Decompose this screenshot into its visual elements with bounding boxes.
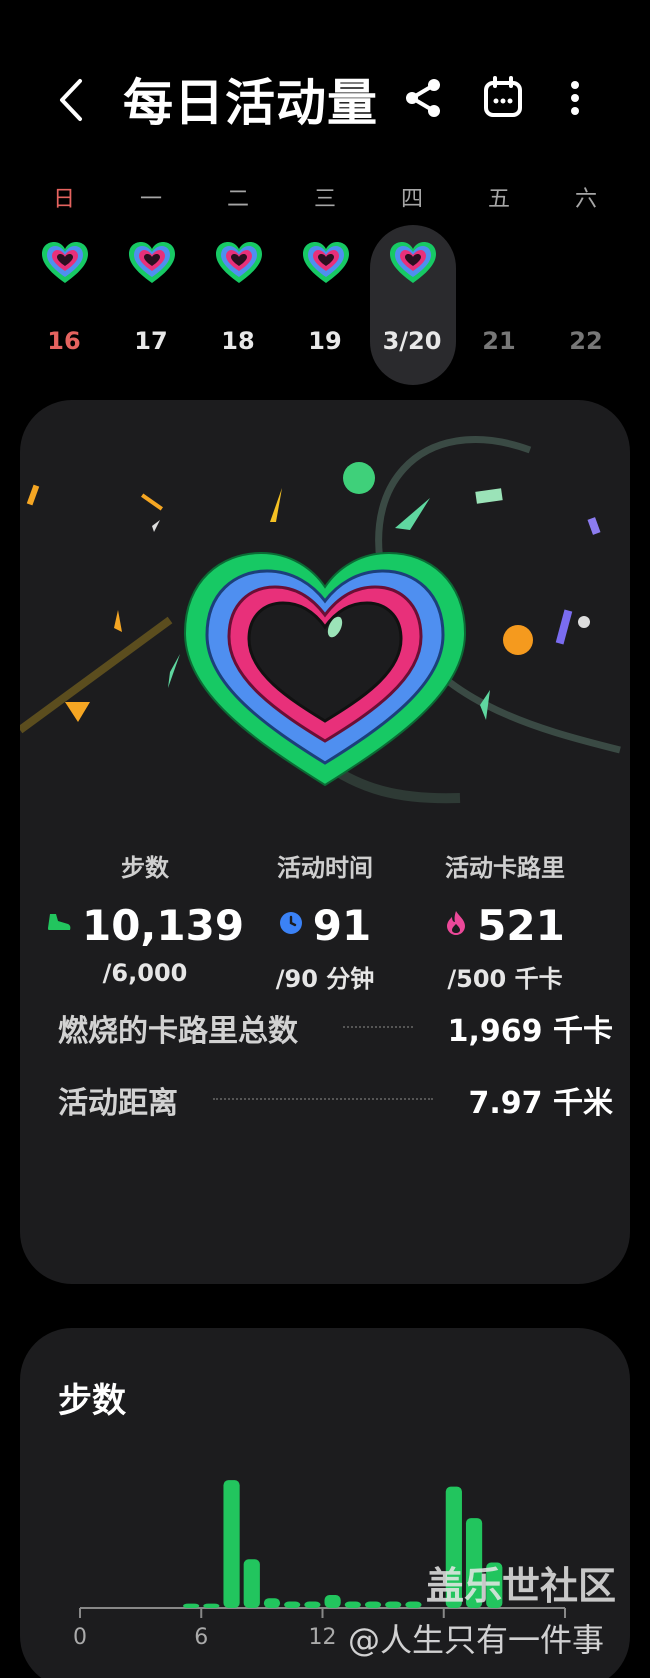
distance-label: 活动距离	[58, 1086, 178, 1121]
day-date: 17	[134, 327, 168, 355]
watermark-community: 盖乐世社区	[426, 1564, 617, 1608]
total-calories-row[interactable]: 燃烧的卡路里总数 1,969 千卡	[58, 1000, 613, 1050]
day-date: 22	[569, 327, 603, 355]
day-date: 19	[308, 327, 342, 355]
flame-icon	[445, 910, 467, 940]
day-date: 18	[221, 327, 255, 355]
active-time-label: 活动时间	[277, 854, 373, 882]
steps-bar-hour-5	[183, 1603, 200, 1608]
more-vertical-icon[interactable]	[560, 73, 610, 123]
activity-stats: 步数 10,139 /6,000 活动时间 91 /90 分钟 活动卡路里 52…	[20, 848, 630, 1008]
steps-label: 步数	[121, 854, 169, 882]
day-item-wed[interactable]: 三 19	[281, 175, 369, 390]
calories-stat[interactable]: 活动卡路里 521 /500 千卡	[410, 848, 600, 994]
day-item-sat[interactable]: 六 22	[542, 175, 630, 390]
activity-rings-illustration	[20, 436, 621, 804]
day-item-sun[interactable]: 日 16	[20, 175, 108, 390]
day-name: 二	[226, 187, 249, 212]
dotted-leader	[213, 1098, 433, 1100]
day-item-tue[interactable]: 二 18	[194, 175, 282, 390]
shoe-icon	[46, 912, 72, 938]
steps-bar-hour-10	[284, 1601, 301, 1608]
activity-summary-card: 步数 10,139 /6,000 活动时间 91 /90 分钟 活动卡路里 52…	[20, 400, 630, 1284]
dotted-leader	[343, 1026, 413, 1028]
activity-heart-icon	[127, 240, 177, 286]
steps-bar-hour-13	[344, 1601, 361, 1608]
x-tick-label: 0	[73, 1625, 87, 1650]
day-item-fri[interactable]: 五 21	[455, 175, 543, 390]
total-calories-value: 1,969 千卡	[447, 1014, 613, 1049]
week-selector: 日 16 一 17 二 18 三 19 四 3/20 五 21 六 22	[0, 175, 650, 390]
back-arrow-icon[interactable]	[52, 75, 92, 125]
day-name: 六	[574, 187, 597, 212]
activity-heart-icon	[301, 240, 351, 286]
day-name: 五	[487, 187, 510, 212]
active-time-stat[interactable]: 活动时间 91 /90 分钟	[230, 848, 420, 994]
steps-value: 10,139	[81, 900, 245, 950]
steps-bar-hour-9	[263, 1598, 281, 1608]
steps-bar-hour-7	[223, 1480, 240, 1608]
active-time-value: 91	[312, 900, 372, 950]
calendar-icon[interactable]	[478, 73, 528, 123]
app-header: 每日活动量	[0, 55, 650, 145]
day-name: 日	[52, 187, 75, 212]
steps-bar-hour-15	[385, 1601, 402, 1608]
distance-row[interactable]: 活动距离 7.97 千米	[58, 1072, 613, 1122]
steps-bar-hour-8	[243, 1559, 260, 1608]
steps-bar-hour-16	[405, 1601, 422, 1608]
x-tick-label: 12	[309, 1625, 337, 1650]
steps-goal: /6,000	[102, 959, 188, 987]
day-date: 21	[482, 327, 516, 355]
day-name: 一	[139, 187, 162, 212]
steps-stat[interactable]: 步数 10,139 /6,000	[47, 848, 244, 987]
clock-icon	[279, 911, 303, 939]
calories-value: 521	[477, 900, 565, 950]
share-icon[interactable]	[398, 73, 448, 123]
activity-heart-icon	[214, 240, 264, 286]
day-item-thu-selected[interactable]: 四 3/20	[368, 175, 456, 390]
steps-bar-hour-11	[304, 1601, 321, 1608]
distance-value: 7.97 千米	[468, 1086, 613, 1121]
activity-heart-icon	[388, 240, 438, 286]
day-name: 四	[400, 187, 423, 212]
day-name: 三	[313, 187, 336, 212]
page-title: 每日活动量	[123, 74, 378, 132]
steps-bar-hour-6	[203, 1603, 220, 1608]
x-tick-label: 6	[194, 1625, 208, 1650]
calories-label: 活动卡路里	[445, 854, 565, 882]
day-date: 3/20	[382, 327, 442, 355]
day-date: 16	[47, 327, 81, 355]
steps-bar-hour-12	[324, 1595, 341, 1608]
calories-goal: /500 千卡	[447, 965, 563, 993]
watermark-author: @人生只有一件事	[348, 1621, 605, 1659]
active-time-goal: /90 分钟	[275, 965, 375, 993]
steps-bar-hour-14	[364, 1601, 382, 1608]
activity-heart-icon	[40, 240, 90, 286]
total-calories-label: 燃烧的卡路里总数	[58, 1014, 298, 1049]
day-item-mon[interactable]: 一 17	[107, 175, 195, 390]
